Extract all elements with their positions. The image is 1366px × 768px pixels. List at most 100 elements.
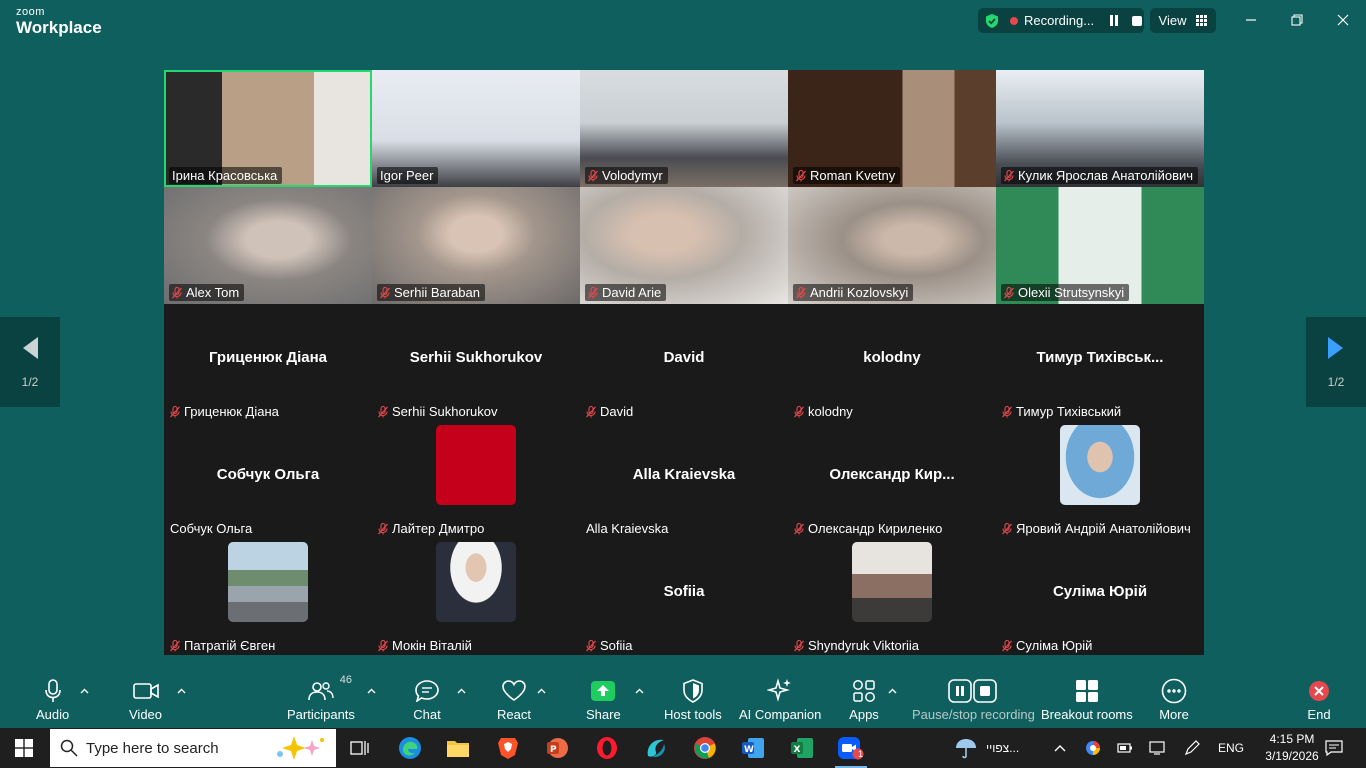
next-page-button[interactable]: 1/2	[1306, 317, 1366, 407]
participants-options-caret[interactable]	[367, 686, 376, 696]
participant-tile[interactable]: Лайтер Дмитро	[372, 421, 580, 538]
tray-pen-button[interactable]	[1175, 732, 1209, 764]
react-options-caret[interactable]	[537, 686, 546, 696]
participant-avatar	[1060, 425, 1140, 505]
notifications-button[interactable]	[1318, 732, 1350, 764]
video-options-caret[interactable]	[177, 686, 186, 696]
tray-overflow-button[interactable]	[1042, 732, 1078, 764]
share-options-caret[interactable]	[635, 686, 644, 696]
tray-app-button[interactable]	[1076, 732, 1110, 764]
participant-tile[interactable]: Ірина Красовська	[164, 70, 372, 187]
arc-app[interactable]	[636, 732, 676, 764]
file-explorer-app[interactable]	[438, 732, 478, 764]
excel-app[interactable]: X	[782, 732, 822, 764]
participant-tile[interactable]: Суліма Юрій Суліма Юрій	[996, 538, 1204, 655]
apps-button[interactable]: Apps	[849, 678, 879, 722]
participant-tile[interactable]: Olexii Strutsynskyi	[996, 187, 1204, 304]
minimize-button[interactable]	[1239, 10, 1263, 30]
zoom-taskbar-app[interactable]: 1	[831, 732, 871, 768]
tray-network-button[interactable]	[1140, 732, 1174, 764]
restore-button[interactable]	[1285, 10, 1309, 30]
arrow-right-icon	[1328, 337, 1343, 359]
participant-tile[interactable]: Volodymyr	[580, 70, 788, 187]
search-placeholder: Type here to search	[86, 739, 219, 757]
participant-display-name: Serhii Sukhorukov	[409, 349, 543, 366]
mic-muted-icon	[378, 405, 388, 417]
task-view-icon	[350, 741, 369, 755]
audio-options-caret[interactable]	[80, 686, 89, 696]
participant-tile[interactable]: Яровий Андрій Анатолійович	[996, 421, 1204, 538]
chat-button[interactable]: Chat	[412, 678, 442, 722]
participant-tile[interactable]: Патратій Євген	[164, 538, 372, 655]
title-bar: zoom Workplace Recording... View	[0, 0, 1366, 42]
participant-tile[interactable]: Мокін Віталій	[372, 538, 580, 655]
input-language[interactable]: ENG	[1218, 741, 1244, 755]
apps-options-caret[interactable]	[888, 686, 897, 696]
mic-muted-icon	[794, 522, 804, 534]
taskbar-search[interactable]: Type here to search	[50, 729, 336, 767]
end-meeting-button[interactable]: End	[1304, 678, 1334, 722]
participant-tile[interactable]: Roman Kvetny	[788, 70, 996, 187]
participant-tile[interactable]: Serhii Sukhorukov Serhii Sukhorukov	[372, 304, 580, 421]
breakout-rooms-button[interactable]: Breakout rooms	[1041, 678, 1133, 722]
meeting-toolbar: Audio Video 46 Participants Chat React S…	[0, 672, 1366, 728]
participant-tile[interactable]: Igor Peer	[372, 70, 580, 187]
opera-app[interactable]	[587, 732, 627, 764]
more-button[interactable]: More	[1159, 678, 1189, 722]
host-tools-button[interactable]: Host tools	[664, 678, 722, 722]
participant-name: Ірина Красовська	[172, 168, 278, 183]
participant-avatar	[436, 425, 516, 505]
recording-indicator[interactable]: Recording...	[978, 8, 1144, 33]
weather-widget[interactable]	[946, 732, 986, 764]
video-button[interactable]: Video	[129, 678, 162, 722]
ai-companion-button[interactable]: AI Companion	[739, 678, 821, 722]
participant-tile[interactable]: David David	[580, 304, 788, 421]
audio-button[interactable]: Audio	[36, 678, 69, 722]
view-button[interactable]: View	[1150, 8, 1216, 33]
windows-taskbar: Type here to search P W X 1 צפויי... ENG…	[0, 728, 1366, 768]
powerpoint-app[interactable]: P	[537, 732, 577, 764]
share-button[interactable]: Share	[586, 678, 621, 722]
start-button[interactable]	[0, 728, 48, 768]
participant-tile[interactable]: David Arie	[580, 187, 788, 304]
task-view-button[interactable]	[340, 732, 380, 764]
mic-muted-icon	[172, 286, 182, 298]
chat-label: Chat	[413, 707, 441, 722]
chat-options-caret[interactable]	[457, 686, 466, 696]
tray-battery-button[interactable]	[1108, 732, 1142, 764]
participant-name-tag: Alex Tom	[169, 284, 245, 301]
participant-tile[interactable]: Гриценюк Діана Гриценюк Діана	[164, 304, 372, 421]
participant-tile[interactable]: Alex Tom	[164, 187, 372, 304]
brave-app[interactable]	[488, 732, 528, 764]
participant-tile[interactable]: Sofiia Sofiia	[580, 538, 788, 655]
participants-button[interactable]: 46 Participants	[287, 674, 355, 722]
chrome-app[interactable]	[685, 732, 725, 764]
participant-tile[interactable]: Alla Kraievska Alla Kraievska	[580, 421, 788, 538]
pause-recording-icon[interactable]	[1110, 15, 1119, 26]
participant-name-tag: David Arie	[585, 284, 667, 301]
participant-name-tag: Roman Kvetny	[793, 167, 901, 184]
edge-app[interactable]	[390, 732, 430, 764]
page-indicator-right: 1/2	[1327, 375, 1345, 389]
participant-tile[interactable]: Собчук Ольга Собчук Ольга	[164, 421, 372, 538]
participant-tile[interactable]: kolodny kolodny	[788, 304, 996, 421]
participant-name: Гриценюк Діана	[184, 404, 279, 419]
react-button[interactable]: React	[497, 678, 531, 722]
mic-muted-icon	[170, 639, 180, 651]
battery-icon	[1117, 743, 1132, 753]
participant-tile[interactable]: Кулик Ярослав Анатолійович	[996, 70, 1204, 187]
participant-tile[interactable]: Andrii Kozlovskyi	[788, 187, 996, 304]
participant-tile[interactable]: Shyndyruk Viktoriia	[788, 538, 996, 655]
close-button[interactable]	[1331, 10, 1355, 30]
pause-recording-button[interactable]: Pause/stop recording	[912, 678, 1035, 722]
video-label: Video	[129, 707, 163, 722]
stop-recording-icon[interactable]	[1132, 15, 1143, 26]
participant-tile[interactable]: Serhii Baraban	[372, 187, 580, 304]
mic-muted-icon	[1002, 522, 1012, 534]
word-app[interactable]: W	[733, 732, 773, 764]
participant-tile[interactable]: Тимур Тихівськ... Тимур Тихівський	[996, 304, 1204, 421]
participant-display-name: Alla Kraievska	[632, 466, 736, 483]
previous-page-button[interactable]: 1/2	[0, 317, 60, 407]
folder-icon	[447, 741, 469, 757]
participant-tile[interactable]: Олександр Кир... Олександр Кириленко	[788, 421, 996, 538]
